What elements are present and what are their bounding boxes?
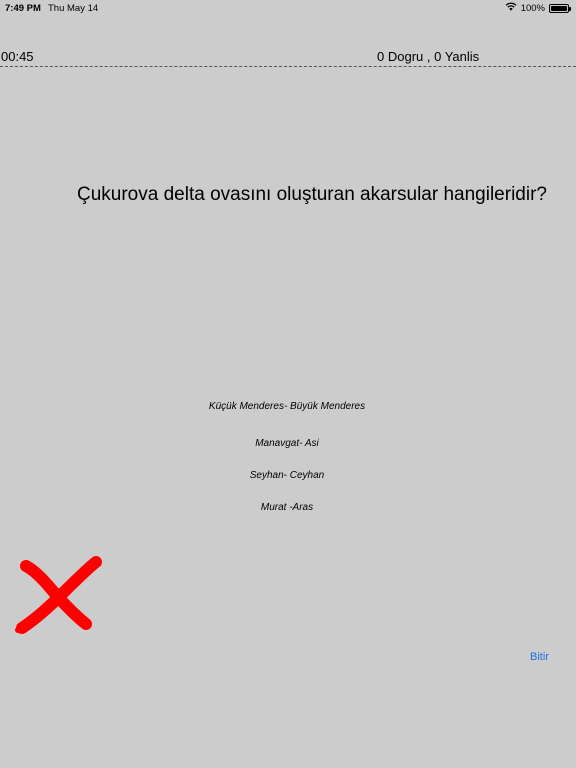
wifi-icon <box>505 2 517 14</box>
answer-option-1[interactable]: Küçük Menderes- Büyük Menderes <box>0 401 574 412</box>
wrong-cross-icon <box>14 556 104 636</box>
timer: 00:45 <box>1 49 34 64</box>
battery-percent: 100% <box>520 2 545 14</box>
answer-option-3[interactable]: Seyhan- Ceyhan <box>0 470 574 481</box>
status-time: 7:49 PM <box>5 3 41 14</box>
status-bar: 7:49 PM Thu May 14 100% <box>0 0 576 18</box>
answer-option-4[interactable]: Murat -Aras <box>0 502 574 513</box>
finish-button[interactable]: Bitir <box>530 651 549 663</box>
score-counter: 0 Dogru , 0 Yanlis <box>377 49 480 64</box>
header-divider <box>0 66 576 67</box>
status-date: Thu May 14 <box>48 3 99 14</box>
status-indicators: 100% <box>505 2 571 14</box>
answer-option-2[interactable]: Manavgat- Asi <box>0 438 574 449</box>
battery-fill <box>551 5 567 11</box>
battery-icon <box>549 3 571 13</box>
question-text: Çukurova delta ovasını oluşturan akarsul… <box>77 184 547 205</box>
